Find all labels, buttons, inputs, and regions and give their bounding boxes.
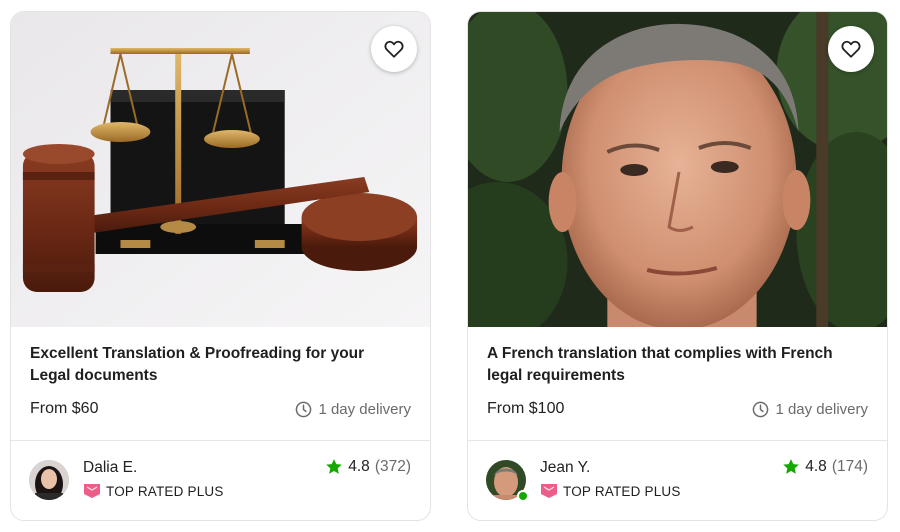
star-icon bbox=[783, 459, 800, 474]
divider bbox=[11, 440, 430, 441]
seller-portrait-image bbox=[468, 12, 887, 327]
delivery-time: 1 day delivery bbox=[752, 401, 868, 418]
gig-thumbnail-portrait[interactable] bbox=[468, 12, 887, 327]
heart-icon bbox=[384, 40, 404, 58]
gavel-scale-image bbox=[11, 12, 430, 327]
seller-photo bbox=[29, 460, 69, 500]
rating-score: 4.8 bbox=[805, 458, 827, 475]
rating-score: 4.8 bbox=[348, 458, 370, 475]
heart-icon bbox=[841, 40, 861, 58]
top-rated-badge: TOP RATED PLUS bbox=[540, 483, 681, 499]
gig-title[interactable]: Excellent Translation & Proofreading for… bbox=[30, 343, 400, 387]
badge-label: TOP RATED PLUS bbox=[106, 483, 224, 499]
favorite-button[interactable] bbox=[828, 26, 874, 72]
gig-price: From $60 bbox=[30, 400, 99, 417]
gig-title[interactable]: A French translation that complies with … bbox=[487, 343, 857, 387]
delivery-label: 1 day delivery bbox=[318, 401, 411, 418]
divider bbox=[468, 440, 887, 441]
favorite-button[interactable] bbox=[371, 26, 417, 72]
gig-price: From $100 bbox=[487, 400, 565, 417]
gig-card[interactable]: Excellent Translation & Proofreading for… bbox=[10, 11, 431, 521]
top-rated-badge-icon bbox=[84, 484, 100, 498]
gig-card[interactable]: A French translation that complies with … bbox=[467, 11, 888, 521]
badge-label: TOP RATED PLUS bbox=[563, 483, 681, 499]
rating: 4.8 (174) bbox=[782, 458, 868, 476]
review-count: (174) bbox=[831, 458, 868, 475]
clock-icon bbox=[753, 401, 769, 418]
review-count: (372) bbox=[374, 458, 411, 475]
gig-thumbnail-gavel[interactable] bbox=[11, 12, 430, 327]
delivery-label: 1 day delivery bbox=[775, 401, 868, 418]
avatar[interactable] bbox=[29, 460, 69, 500]
clock-icon bbox=[296, 401, 312, 418]
seller-name[interactable]: Dalia E. bbox=[83, 459, 137, 477]
online-status-dot bbox=[517, 490, 529, 502]
star-icon bbox=[326, 459, 343, 474]
seller-name[interactable]: Jean Y. bbox=[540, 459, 590, 477]
top-rated-badge: TOP RATED PLUS bbox=[83, 483, 224, 499]
rating: 4.8 (372) bbox=[325, 458, 411, 476]
top-rated-badge-icon bbox=[541, 484, 557, 498]
delivery-time: 1 day delivery bbox=[295, 401, 411, 418]
